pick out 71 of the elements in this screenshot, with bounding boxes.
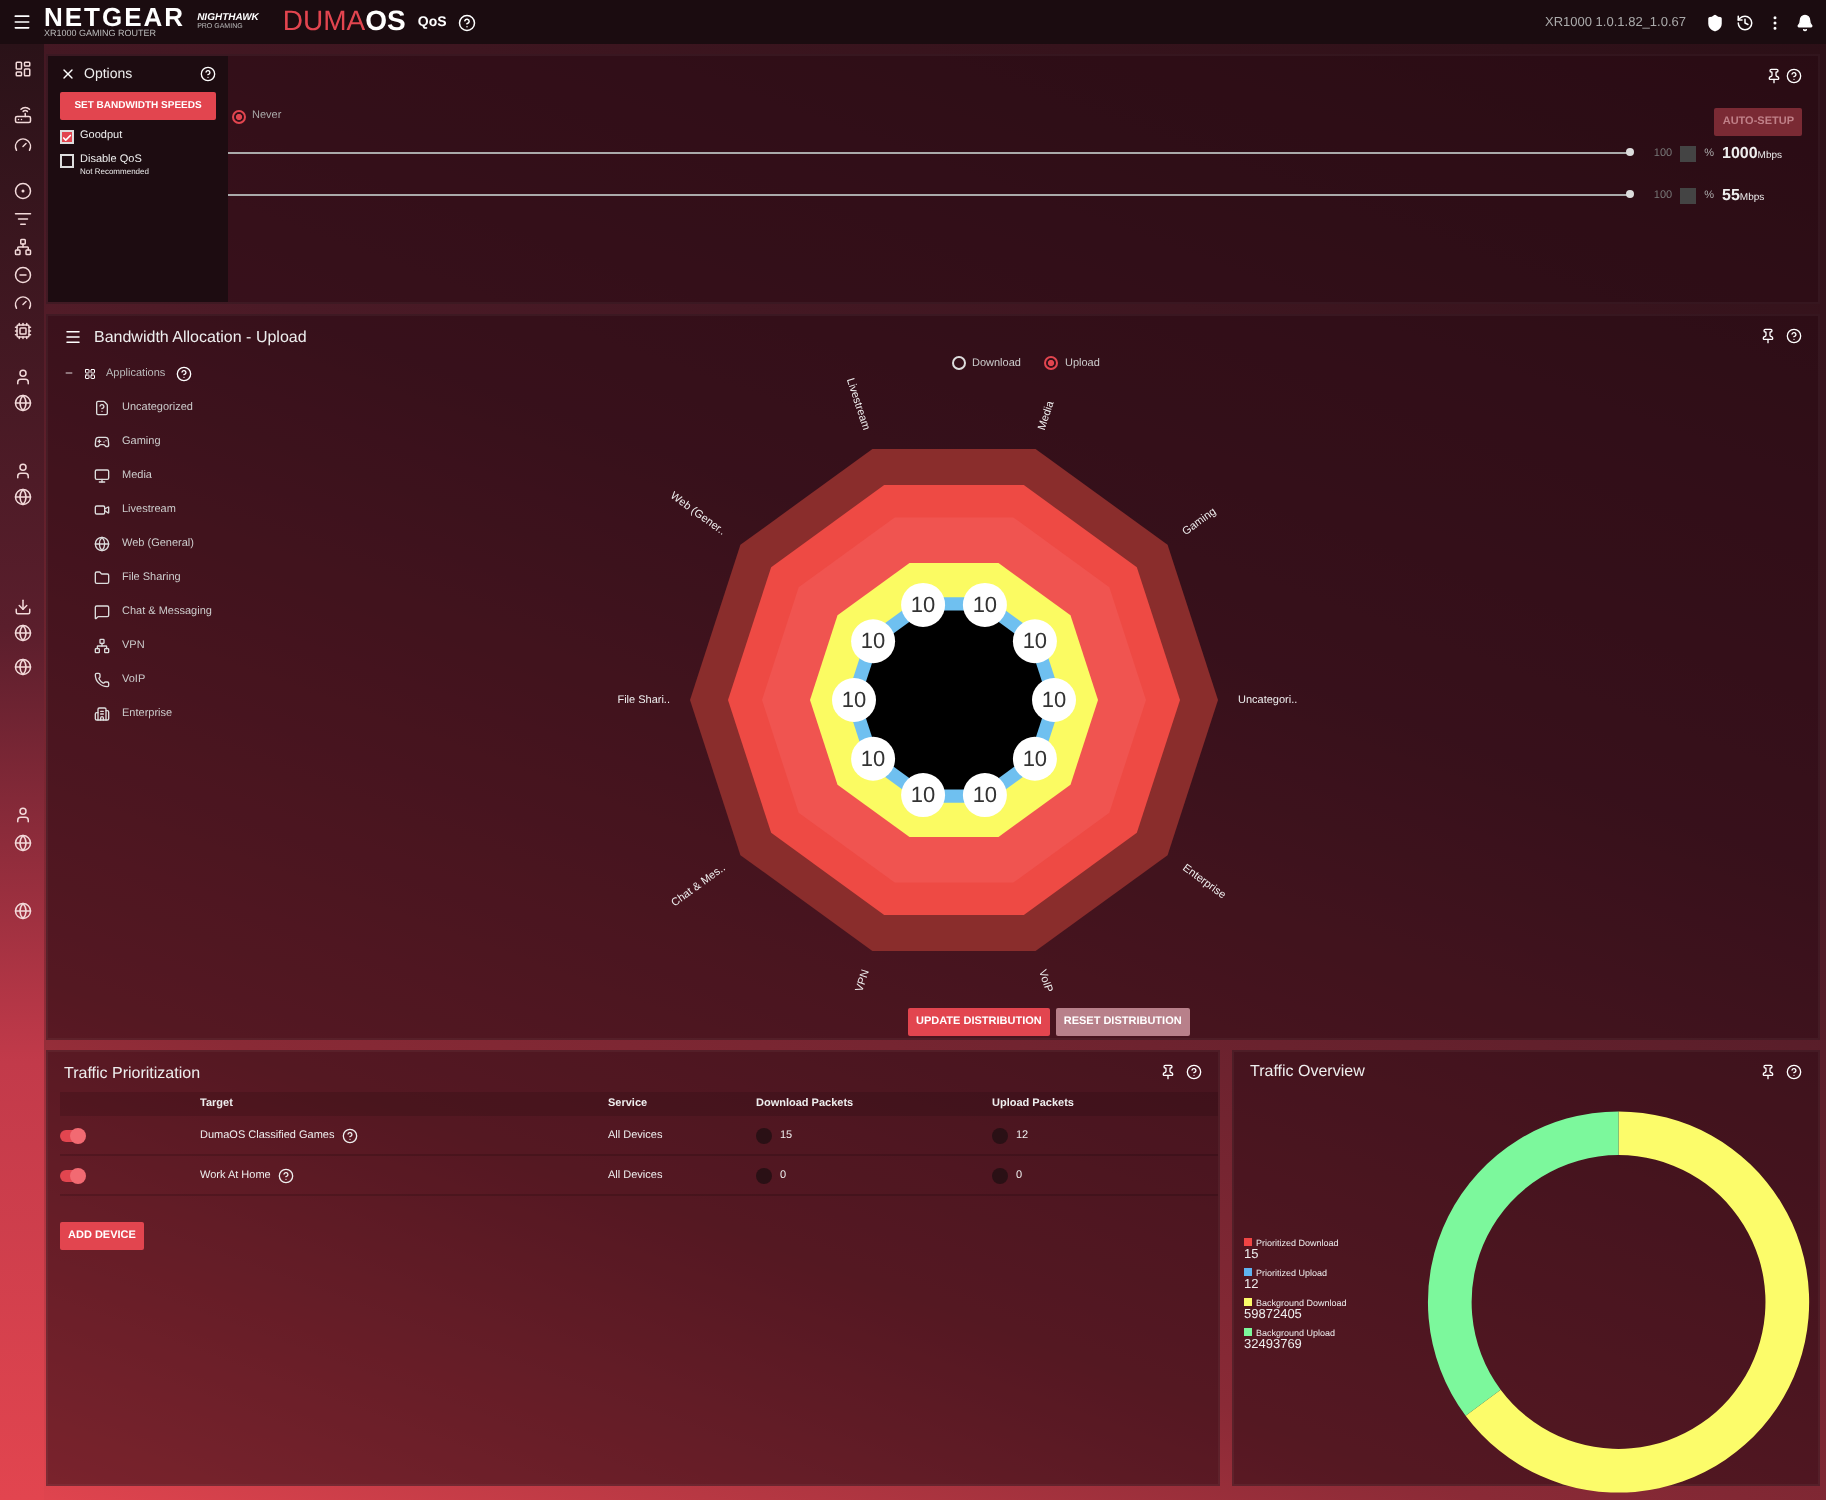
nav-icon[interactable] — [13, 106, 31, 124]
category-icon — [94, 433, 110, 450]
nav-icon[interactable] — [13, 462, 31, 480]
nav-icon[interactable] — [13, 266, 31, 284]
nav-icon[interactable] — [13, 182, 31, 200]
nav-icon[interactable] — [13, 598, 31, 616]
value-label[interactable]: 10 — [851, 736, 896, 781]
value-label[interactable]: 10 — [962, 582, 1007, 627]
panel-title: Traffic Overview — [1250, 1062, 1365, 1080]
panel-title: Bandwidth Allocation - Upload — [94, 327, 307, 345]
nav-icon[interactable] — [13, 834, 31, 852]
checkbox[interactable] — [60, 154, 74, 168]
value-label[interactable]: 10 — [1012, 736, 1057, 781]
category-icon — [94, 570, 110, 587]
value-label[interactable]: 10 — [1032, 678, 1076, 722]
bell-icon[interactable] — [1796, 13, 1814, 31]
slider-thumb[interactable] — [1625, 190, 1634, 198]
nav-icon[interactable] — [13, 136, 31, 154]
toggle-switch[interactable] — [60, 1129, 84, 1141]
category-icon — [94, 501, 110, 518]
category-icon — [94, 638, 110, 655]
nav-icon[interactable] — [13, 488, 31, 506]
nav-icon[interactable] — [13, 806, 31, 824]
nav-icon[interactable] — [13, 60, 31, 78]
category-icon — [94, 467, 110, 484]
category-icon — [94, 672, 110, 689]
slider-thumb[interactable] — [1625, 148, 1634, 156]
legend-radio[interactable] — [1044, 356, 1059, 370]
nav-icon[interactable] — [13, 658, 31, 676]
checkbox[interactable] — [60, 130, 74, 144]
product-logo: DUMAOS — [280, 4, 406, 40]
status-dot — [992, 1127, 1008, 1143]
pin-icon[interactable] — [1766, 68, 1782, 84]
pin-icon[interactable] — [1760, 328, 1776, 344]
nav-icon[interactable] — [13, 210, 31, 228]
nav-icon[interactable] — [13, 294, 31, 312]
status-dot — [756, 1167, 772, 1183]
menu-icon[interactable] — [64, 327, 82, 345]
menu-icon[interactable] — [12, 12, 32, 32]
value-label[interactable]: 10 — [962, 773, 1007, 818]
grid-icon — [84, 367, 96, 379]
brand-logo: NETGEAR — [44, 4, 186, 31]
category-icon — [94, 535, 110, 552]
value-label[interactable]: 10 — [901, 582, 946, 627]
value-label[interactable]: 10 — [1012, 619, 1057, 664]
value-label[interactable]: 10 — [851, 619, 896, 664]
category-icon — [94, 604, 110, 621]
toggle-switch[interactable] — [60, 1169, 84, 1181]
value-label[interactable]: 10 — [832, 678, 876, 722]
help-icon[interactable] — [278, 1167, 295, 1183]
panel-title: Traffic Prioritization — [64, 1063, 201, 1081]
pin-icon[interactable] — [1760, 1063, 1776, 1079]
nav-icon[interactable] — [13, 368, 31, 386]
percent-field[interactable] — [1680, 187, 1697, 203]
help-icon[interactable] — [342, 1127, 359, 1143]
nav-icon[interactable] — [13, 322, 31, 340]
history-icon[interactable] — [1736, 13, 1754, 31]
status-dot — [992, 1167, 1008, 1183]
nav-icon[interactable] — [13, 394, 31, 412]
pin-icon[interactable] — [1160, 1064, 1176, 1080]
category-icon — [94, 706, 110, 723]
nav-icon[interactable] — [13, 624, 31, 642]
shield-icon[interactable] — [1706, 13, 1724, 31]
status-dot — [756, 1127, 772, 1143]
percent-field[interactable] — [1680, 145, 1697, 161]
radio-button[interactable] — [232, 109, 246, 123]
value-label[interactable]: 10 — [901, 773, 946, 818]
close-icon[interactable] — [60, 66, 76, 82]
nav-icon[interactable] — [13, 238, 31, 256]
category-icon — [94, 399, 110, 416]
collapse-icon[interactable] — [64, 368, 74, 378]
